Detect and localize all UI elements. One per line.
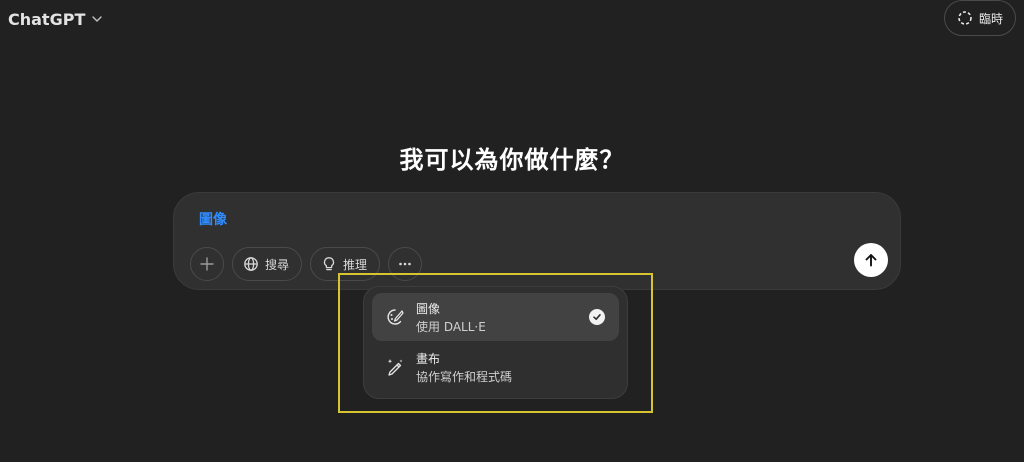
more-dots-icon bbox=[399, 262, 411, 266]
menu-item-label: 畫布 bbox=[416, 351, 441, 366]
reason-button[interactable]: 推理 bbox=[310, 247, 381, 281]
canvas-pen-icon bbox=[384, 356, 406, 378]
dashed-circle-icon bbox=[958, 11, 972, 25]
menu-item-sublabel: 協作寫作和程式碼 bbox=[416, 369, 513, 384]
send-button[interactable] bbox=[854, 243, 888, 277]
model-name: ChatGPT bbox=[8, 9, 86, 29]
attach-button[interactable] bbox=[190, 247, 224, 281]
composer-toolbar: 搜尋 推理 bbox=[190, 247, 423, 281]
tools-dropdown-menu: 圖像 使用 DALL·E 畫布 協作寫作和程式碼 bbox=[363, 286, 628, 399]
menu-item-sublabel: 使用 DALL·E bbox=[416, 319, 486, 334]
globe-icon bbox=[244, 257, 258, 271]
more-tools-button[interactable] bbox=[388, 247, 423, 281]
plus-icon bbox=[200, 257, 214, 271]
composer[interactable]: 圖像 搜尋 推理 bbox=[173, 192, 901, 290]
page-title: 我可以為你做什麼？ bbox=[399, 146, 625, 174]
menu-item-image[interactable]: 圖像 使用 DALL·E bbox=[372, 293, 619, 341]
menu-item-label: 圖像 bbox=[416, 301, 441, 316]
check-icon bbox=[589, 309, 605, 325]
lightbulb-icon bbox=[323, 257, 335, 271]
model-switcher[interactable]: ChatGPT bbox=[8, 6, 103, 32]
image-brush-icon bbox=[384, 306, 406, 328]
app-root: ChatGPT 臨時 我可以為你做什麼？ 圖像 搜尋 推理 圖像 使用 DALL… bbox=[0, 0, 1024, 462]
menu-item-canvas[interactable]: 畫布 協作寫作和程式碼 bbox=[372, 343, 619, 391]
search-label: 搜尋 bbox=[265, 257, 290, 272]
reason-label: 推理 bbox=[343, 257, 368, 272]
search-button[interactable]: 搜尋 bbox=[232, 247, 303, 281]
composer-mode-tag[interactable]: 圖像 bbox=[199, 209, 227, 229]
temporary-chat-button[interactable]: 臨時 bbox=[943, 0, 1016, 36]
arrow-up-icon bbox=[865, 254, 877, 267]
chevron-down-icon bbox=[92, 16, 103, 22]
temporary-chat-label: 臨時 bbox=[978, 11, 1003, 26]
